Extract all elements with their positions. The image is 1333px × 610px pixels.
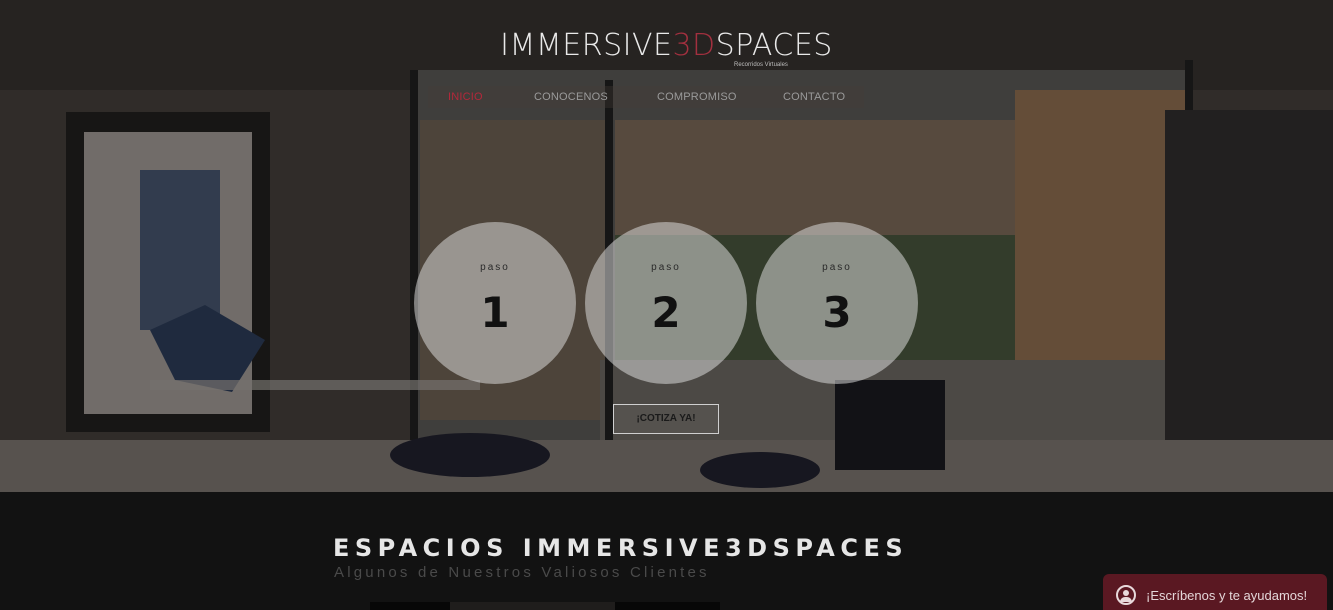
logo-text-left: IMMERSIVE	[500, 28, 673, 63]
logo-text-accent: 3D	[672, 28, 716, 63]
step-circle-2[interactable]: paso 2	[585, 222, 747, 384]
client-logo	[370, 602, 450, 610]
step-number: 2	[651, 288, 681, 337]
main-nav: INICIO CONOCENOS COMPROMISO CONTACTO	[428, 86, 864, 108]
step-number: 1	[480, 288, 510, 337]
step-label: paso	[651, 262, 681, 273]
step-circle-3[interactable]: paso 3	[756, 222, 918, 384]
section-subtitle: Algunos de Nuestros Valiosos Clientes	[334, 564, 710, 581]
section-title: ESPACIOS IMMERSIVE3DSPACES	[333, 534, 909, 562]
nav-item-compromiso[interactable]: COMPROMISO	[657, 91, 737, 103]
step-label: paso	[480, 262, 510, 273]
nav-item-inicio[interactable]: INICIO	[448, 91, 483, 103]
step-number: 3	[822, 288, 852, 337]
site-logo[interactable]: IMMERSIVE3DSPACES	[0, 28, 1333, 63]
chat-widget-button[interactable]: ¡Escríbenos y te ayudamos!	[1103, 574, 1327, 610]
step-label: paso	[822, 262, 852, 273]
quote-button[interactable]: ¡COTIZA YA!	[613, 404, 719, 434]
hero-section: IMMERSIVE3DSPACES Recorridos Virtuales I…	[0, 0, 1333, 492]
chat-label: ¡Escríbenos y te ayudamos!	[1146, 588, 1308, 603]
nav-item-contacto[interactable]: CONTACTO	[783, 91, 845, 103]
logo-text-right: SPACES	[715, 28, 833, 63]
logo-tagline: Recorridos Virtuales	[734, 62, 788, 68]
user-icon	[1116, 585, 1136, 605]
client-logo	[615, 602, 720, 610]
nav-item-conocenos[interactable]: CONOCENOS	[534, 91, 608, 103]
step-circle-1[interactable]: paso 1	[414, 222, 576, 384]
